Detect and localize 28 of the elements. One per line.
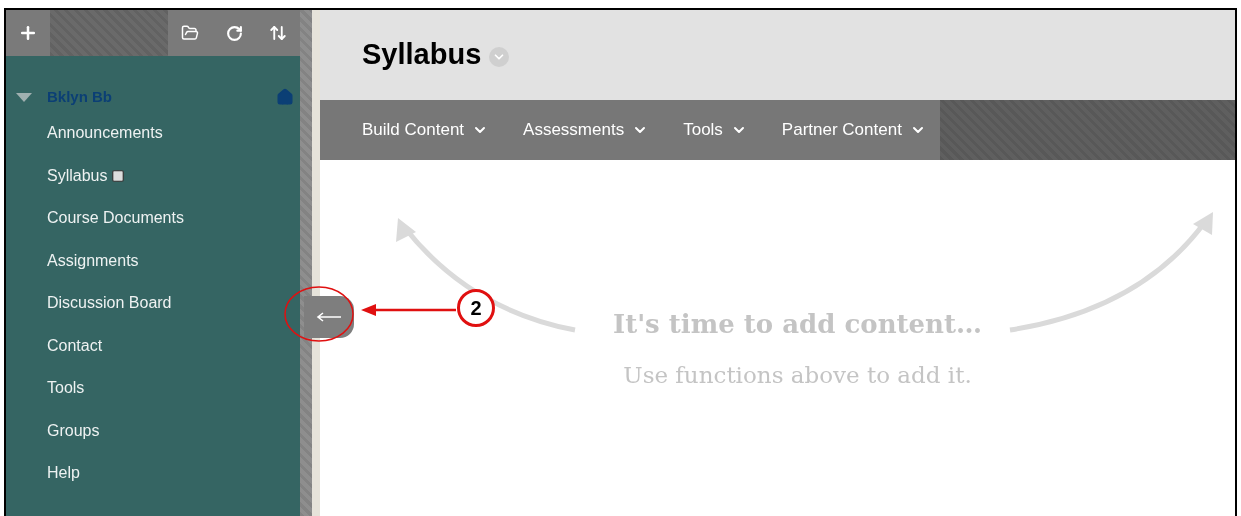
sidebar-link[interactable]: Contact: [47, 333, 103, 358]
folder-icon: [181, 24, 199, 42]
grid-icon: [111, 168, 126, 183]
empty-state-hint: Use functions above to add it.: [623, 361, 972, 390]
sort-arrows-icon: [269, 24, 287, 42]
empty-state-heading: It's time to add content…: [613, 308, 982, 341]
expanded-triangle-icon[interactable]: [16, 92, 32, 102]
sidebar-link[interactable]: Tools: [47, 376, 85, 401]
sort-button[interactable]: [256, 10, 300, 56]
left-arrow-icon: [316, 312, 342, 322]
toolbar-menu[interactable]: Build Content: [362, 117, 489, 143]
sidebar-link[interactable]: Announcements: [47, 121, 163, 146]
collapse-sidebar-button[interactable]: [304, 296, 354, 338]
toolbar-menu[interactable]: Tools: [683, 117, 747, 143]
sidebar-link[interactable]: Assignments: [47, 248, 139, 273]
page-title: Syllabus: [362, 37, 482, 73]
refresh-icon: [225, 24, 243, 42]
sidebar-link[interactable]: Discussion Board: [47, 291, 172, 316]
add-button[interactable]: [6, 10, 50, 56]
folder-button[interactable]: [168, 10, 212, 56]
sidebar-link[interactable]: Help: [47, 461, 80, 486]
toolbar-menu[interactable]: Partner Content: [781, 117, 926, 143]
sidebar-link[interactable]: Course Documents: [47, 206, 184, 231]
highlight-ellipse: [284, 286, 354, 342]
plus-icon: [18, 23, 38, 43]
toolbar-menu[interactable]: Assessments: [523, 117, 649, 143]
sidebar-link[interactable]: Syllabus: [47, 163, 108, 188]
sidebar-link[interactable]: Groups: [47, 418, 100, 443]
